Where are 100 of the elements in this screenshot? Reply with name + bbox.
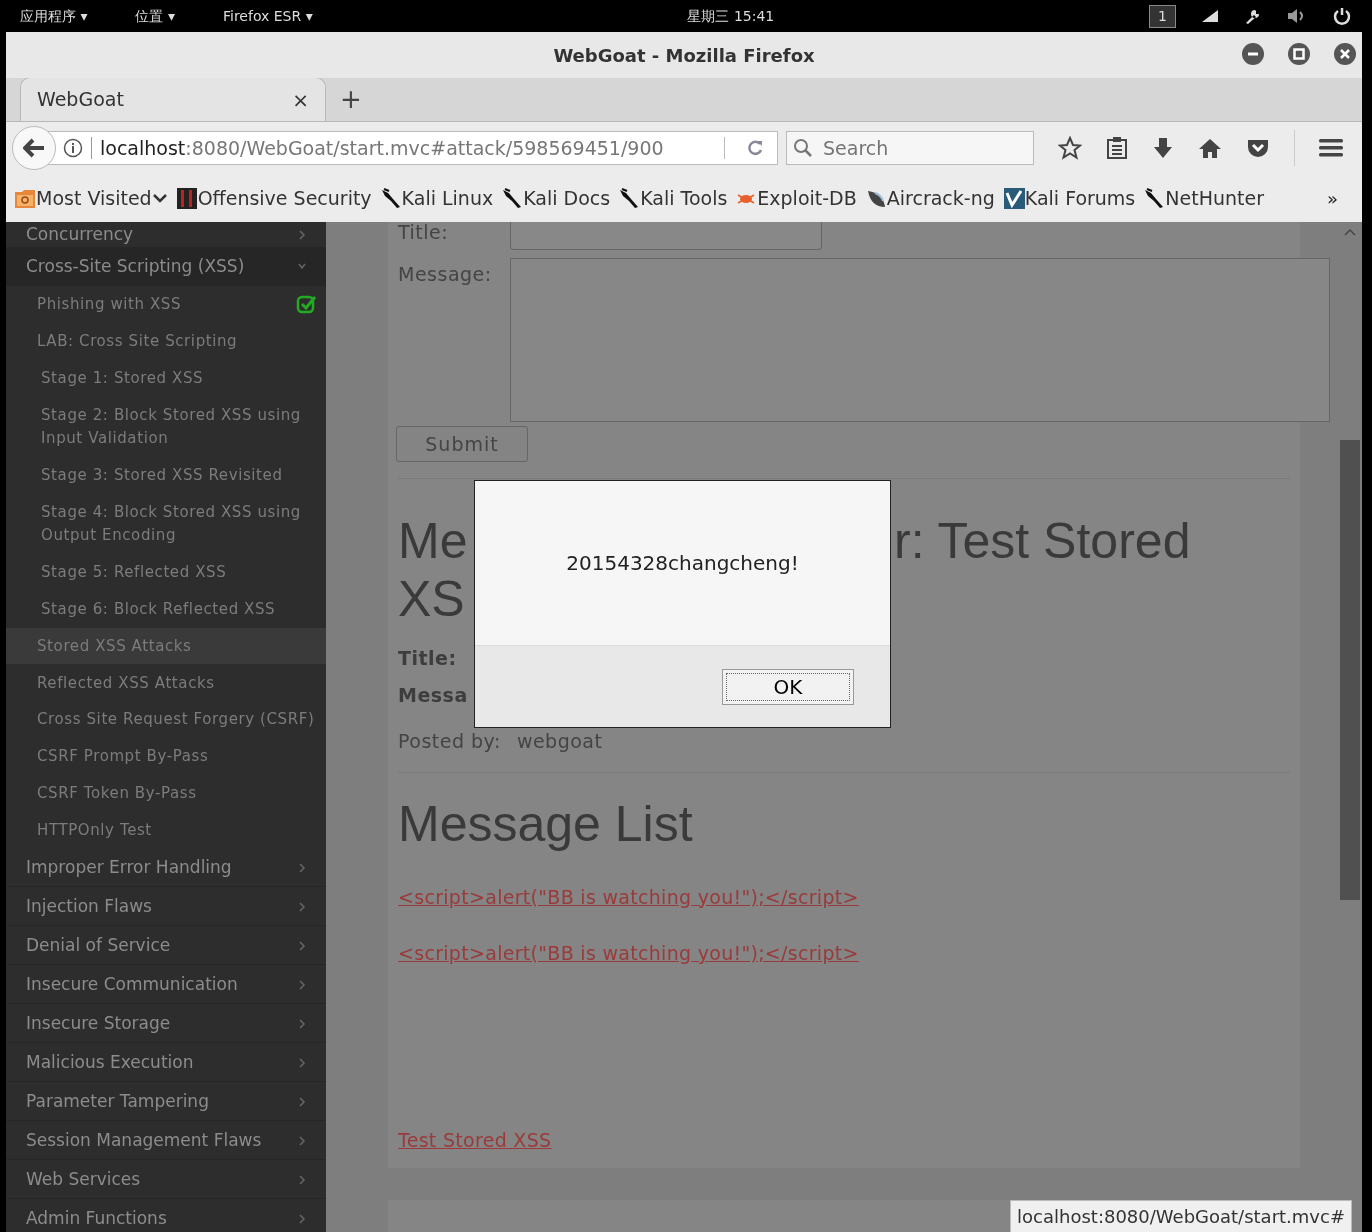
heading-fragment: XS bbox=[398, 570, 465, 628]
posted-by-value: webgoat bbox=[516, 729, 603, 754]
system-menu[interactable]: 位置 ▾ bbox=[135, 5, 175, 27]
tab-title: WebGoat bbox=[37, 87, 124, 113]
home-icon[interactable] bbox=[1198, 137, 1222, 159]
sidebar-lesson[interactable]: Reflected XSS Attacks bbox=[6, 664, 326, 702]
heading-fragment: Me bbox=[398, 512, 468, 570]
back-button[interactable] bbox=[12, 126, 56, 170]
chevron-right-icon bbox=[298, 1173, 306, 1186]
clipboard-list-icon[interactable] bbox=[1106, 136, 1128, 160]
dragon-icon bbox=[618, 186, 641, 210]
chevron-right-icon bbox=[298, 978, 306, 991]
bookmark-link[interactable]: NetHunter bbox=[1143, 183, 1264, 213]
scroll-up-icon[interactable] bbox=[1344, 228, 1356, 236]
system-menu[interactable]: Firefox ESR ▾ bbox=[222, 5, 313, 27]
chevron-right-icon bbox=[298, 1134, 306, 1147]
dragon-icon bbox=[379, 186, 402, 210]
chevron-right-icon bbox=[298, 1017, 306, 1030]
sidebar-category[interactable]: Web Services bbox=[6, 1160, 326, 1200]
chevron-right-icon bbox=[298, 1095, 306, 1108]
ok-button[interactable]: OK bbox=[722, 668, 854, 705]
sidebar-stage[interactable]: Stage 6: Block Reflected XSS bbox=[6, 590, 326, 628]
sidebar-category[interactable]: Parameter Tampering bbox=[6, 1082, 326, 1122]
browser-tab[interactable]: WebGoat × bbox=[20, 77, 326, 121]
chevron-right-icon bbox=[298, 1212, 306, 1225]
dragon-icon bbox=[501, 186, 524, 210]
clock[interactable]: 星期三 15:41 bbox=[687, 5, 775, 27]
bookmark-link[interactable]: Kali Tools bbox=[618, 183, 728, 213]
address-bar[interactable]: localhost:8080/WebGoat/start.mvc#attack/598569451/900 bbox=[48, 131, 778, 165]
dragon-icon bbox=[1143, 186, 1166, 210]
sidebar-stage[interactable]: Stage 4: Block Stored XSS using Output Encoding bbox=[6, 493, 326, 554]
back-arrow-icon bbox=[23, 138, 45, 158]
sidebar-category[interactable]: Denial of Service bbox=[6, 926, 326, 966]
sidebar-category[interactable]: Admin Functions bbox=[6, 1199, 326, 1232]
submit-button[interactable]: Submit bbox=[396, 426, 528, 462]
minimize-button[interactable] bbox=[1242, 43, 1264, 65]
bookmark-link[interactable]: Most Visited bbox=[14, 183, 168, 213]
title-input[interactable] bbox=[510, 222, 822, 250]
sidebar-lesson[interactable]: CSRF Prompt By-Pass bbox=[6, 738, 326, 775]
scrollbar-thumb[interactable] bbox=[1340, 440, 1360, 900]
bookmark-link[interactable]: Offensive Security bbox=[175, 183, 372, 213]
bookmark-link[interactable]: Aircrack-ng bbox=[864, 183, 995, 213]
close-button[interactable] bbox=[1334, 43, 1356, 65]
posted-by-label: Posted by: bbox=[398, 729, 501, 754]
menu-icon[interactable] bbox=[1319, 138, 1343, 158]
sidebar-stage[interactable]: Stage 2: Block Stored XSS using Input Validation bbox=[6, 396, 326, 457]
workspace-indicator[interactable]: 1 bbox=[1149, 4, 1176, 28]
power-icon[interactable] bbox=[1332, 6, 1352, 26]
window-title: WebGoat - Mozilla Firefox bbox=[553, 43, 815, 68]
list-heading: Message List bbox=[398, 794, 693, 853]
sidebar-lesson[interactable]: Phishing with XSS bbox=[6, 286, 326, 323]
maximize-button[interactable] bbox=[1288, 43, 1310, 65]
star-icon[interactable] bbox=[1058, 136, 1082, 160]
chevron-down-icon bbox=[151, 192, 168, 204]
field-label: Message: bbox=[398, 262, 493, 287]
search-input[interactable]: Search bbox=[821, 132, 1021, 164]
bookmarks-overflow-button[interactable]: » bbox=[1327, 184, 1338, 212]
alert-message: 20154328changcheng! bbox=[566, 550, 799, 577]
detail-label: Title: bbox=[398, 646, 457, 671]
sidebar-category[interactable]: Improper Error Handling bbox=[6, 848, 326, 888]
chevron-right-icon bbox=[298, 861, 306, 874]
sidebar-stage[interactable]: Stage 5: Reflected XSS bbox=[6, 553, 326, 591]
offsec-logo-icon bbox=[175, 186, 198, 210]
search-field[interactable]: Search bbox=[786, 131, 1034, 165]
bookmark-link[interactable]: Kali Forums bbox=[1002, 183, 1136, 213]
sidebar-category[interactable]: Insecure Storage bbox=[6, 1004, 326, 1044]
detail-label: Messa bbox=[398, 682, 468, 708]
info-icon bbox=[63, 138, 83, 158]
wrench-icon[interactable] bbox=[1244, 8, 1262, 24]
sidebar-stage[interactable]: Stage 3: Stored XSS Revisited bbox=[6, 456, 326, 494]
download-icon[interactable] bbox=[1152, 136, 1174, 160]
status-url: localhost:8080/WebGoat/start.mvc# bbox=[1010, 1200, 1352, 1232]
bookmark-link[interactable]: Exploit-DB bbox=[735, 183, 857, 213]
chevron-right-icon bbox=[298, 900, 306, 913]
pocket-icon[interactable] bbox=[1246, 137, 1270, 159]
url-text: localhost:8080/WebGoat/start.mvc#attack/598569451/900 bbox=[100, 135, 664, 161]
chevron-right-icon bbox=[298, 1056, 306, 1069]
sidebar-category[interactable]: Malicious Execution bbox=[6, 1043, 326, 1083]
sidebar-lesson[interactable]: HTTPOnly Test bbox=[6, 811, 326, 849]
sidebar-lesson[interactable]: Stored XSS Attacks bbox=[6, 627, 326, 665]
sidebar-lesson[interactable]: CSRF Token By-Pass bbox=[6, 774, 326, 812]
new-tab-button[interactable]: + bbox=[326, 80, 376, 119]
field-label: Title: bbox=[398, 222, 450, 245]
sidebar-category[interactable]: Session Management Flaws bbox=[6, 1121, 326, 1161]
sidebar-stage[interactable]: Stage 1: Stored XSS bbox=[6, 359, 326, 397]
forums-logo-icon bbox=[1002, 186, 1025, 210]
sidebar-lesson[interactable]: Cross Site Request Forgery (CSRF) bbox=[6, 701, 326, 738]
sidebar-category[interactable]: Insecure Communication bbox=[6, 965, 326, 1005]
system-menu[interactable]: 应用程序 ▾ bbox=[20, 5, 88, 27]
sidebar-category[interactable]: Injection Flaws bbox=[6, 887, 326, 927]
bookmark-link[interactable]: Kali Linux bbox=[379, 183, 494, 213]
search-icon bbox=[793, 138, 813, 158]
sidebar-category[interactable]: Cross-Site Scripting (XSS) bbox=[6, 248, 326, 286]
chevron-right-icon bbox=[298, 229, 306, 241]
sidebar-lesson[interactable]: LAB: Cross Site Scripting bbox=[6, 322, 326, 360]
reload-icon[interactable] bbox=[745, 138, 765, 158]
tab-close-button[interactable]: × bbox=[292, 84, 309, 115]
heading-fragment: r: Test Stored bbox=[894, 512, 1191, 570]
network-icon[interactable] bbox=[1200, 8, 1220, 24]
bookmark-link[interactable]: Kali Docs bbox=[501, 183, 611, 213]
